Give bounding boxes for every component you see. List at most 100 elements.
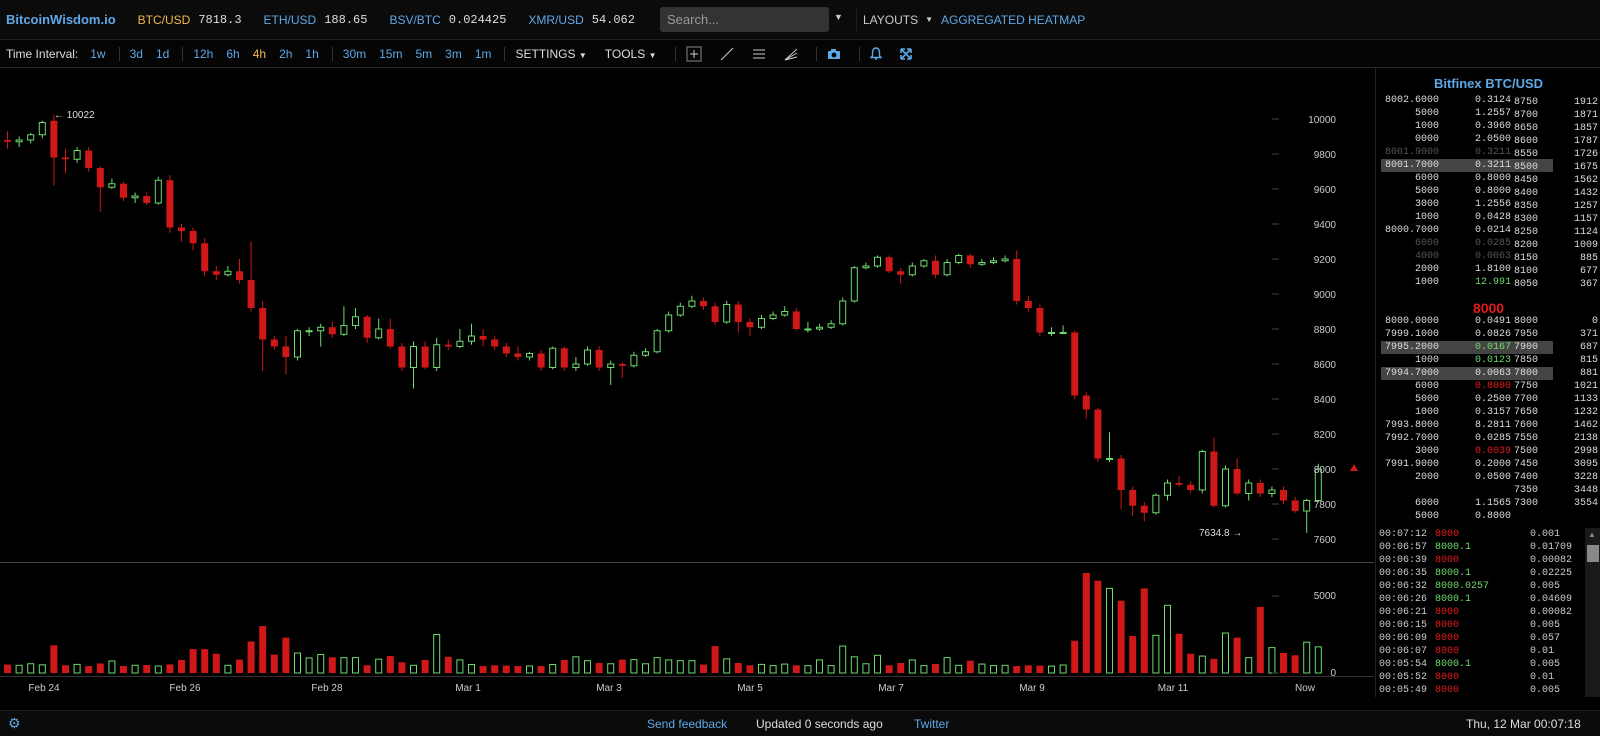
candle-body [1291,500,1299,511]
interval-12h[interactable]: 12h [193,47,213,61]
trend-line-icon[interactable] [720,47,734,61]
depth-level-row: 8000 0 [1514,315,1598,328]
order-price: 2000 [1414,472,1439,483]
interval-1w[interactable]: 1w [90,47,105,61]
bell-icon[interactable] [869,47,882,60]
x-tick-label: Mar 9 [1019,683,1045,694]
interval-5m[interactable]: 5m [415,47,432,61]
chevron-down-icon: ▼ [648,50,657,60]
camera-icon[interactable] [827,48,841,60]
depth-level-row: 7300 3554 [1514,497,1598,510]
order-amount: 0.3211 [1474,160,1511,171]
aggregated-heatmap-link[interactable]: AGGREGATED HEATMAP [941,13,1085,27]
ticker-value: 0.024425 [448,12,507,27]
gear-icon[interactable]: ⚙ [8,715,21,732]
chevron-down-icon[interactable]: ▼ [834,12,843,22]
depth-volume: 367 [1579,279,1598,290]
trade-time: 00:07:12 [1379,529,1428,540]
price-alert-icon[interactable] [1350,464,1358,471]
interval-15m[interactable]: 15m [379,47,402,61]
interval-3m[interactable]: 3m [445,47,462,61]
volume-bar [700,664,707,673]
price-chart[interactable]: 10000 9800 9600 9400 9200 9000 8800 8600 8400 820… [0,68,1374,697]
settings-menu[interactable]: SETTINGS ▼ [515,47,586,61]
scroll-thumb[interactable] [1587,545,1599,562]
volume-bar [850,656,858,674]
twitter-link[interactable]: Twitter [914,717,949,731]
volume-bar [479,666,487,673]
volume-bar [294,652,301,674]
order-price: 8000.0000 [1384,316,1439,327]
trade-amount: 0.00082 [1530,555,1573,566]
volume-bar [758,663,765,674]
volume-bar [421,659,429,673]
ticker-bsv-btc[interactable]: BSV/BTC 0.024425 [389,13,506,27]
trade-row: 00:05:52 8000 0.01 [1379,671,1579,684]
volume-bar [212,653,220,673]
candle-body [549,347,557,368]
scroll-up-icon[interactable]: ▲ [1588,530,1596,539]
trades-scrollbar[interactable]: ▲ [1585,528,1600,697]
candlestick-chart[interactable]: 10000 9800 9600 9400 9200 9000 8800 8600 8400 820… [0,68,1374,697]
price-tick-label: 8000 [1314,465,1337,476]
depth-price: 7400 [1514,472,1539,483]
ticker-value: 54.062 [591,12,635,27]
trade-row: 00:06:39 8000 0.00082 [1379,554,1579,567]
crosshair-icon[interactable] [686,46,702,62]
order-amount: 2.0500 [1474,134,1511,145]
price-tick-label: 8400 [1314,395,1337,406]
trade-time: 00:06:07 [1379,646,1428,657]
order-amount: 0.0826 [1474,329,1511,340]
ticker-xmr-usd[interactable]: XMR/USD 54.062 [528,13,635,27]
site-logo[interactable]: BitcoinWisdom.io [6,12,116,27]
search-input[interactable] [667,12,817,27]
volume-bar [966,660,974,673]
candle-body [27,134,35,141]
x-tick-label: Mar 7 [878,683,904,694]
price-tick-label: 9400 [1314,220,1337,231]
volume-bar [1164,604,1171,674]
divider [858,46,860,61]
exchange-title[interactable]: Bitfinex BTC/USD [1376,76,1600,91]
depth-volume: 1257 [1573,201,1598,212]
interval-2h[interactable]: 2h [279,47,292,61]
ticker-eth-usd[interactable]: ETH/USD 188.65 [264,13,368,27]
order-price: 7992.7000 [1384,433,1439,444]
interval-3d[interactable]: 3d [130,47,143,61]
candle-body [932,260,939,275]
order-price: 8000.7000 [1384,225,1439,236]
depth-volume: 881 [1579,368,1598,379]
interval-6h[interactable]: 6h [226,47,239,61]
depth-volume: 1726 [1573,149,1598,160]
candle-body [874,256,881,267]
candle-body [247,280,255,308]
horizontal-lines-icon[interactable] [752,47,766,61]
interval-30m[interactable]: 30m [343,47,366,61]
trade-price: 8000 [1435,685,1460,696]
trade-price: 8000.1 [1435,568,1472,579]
depth-level-row: 7800 881 [1514,367,1598,380]
candle-body [955,255,963,263]
interval-1d[interactable]: 1d [156,47,169,61]
candle-body [502,346,510,354]
layouts-menu[interactable]: LAYOUTS ▼ [856,7,939,32]
tools-menu[interactable]: TOOLS ▼ [605,47,657,61]
volume-bar [943,657,951,674]
trade-row: 00:05:54 8000.1 0.005 [1379,658,1579,671]
order-price: 5000 [1414,511,1439,522]
fan-lines-icon[interactable] [784,47,798,61]
send-feedback-link[interactable]: Send feedback [647,717,727,731]
ticker-btc-usd[interactable]: BTC/USD 7818.3 [138,13,242,27]
fullscreen-icon[interactable] [899,47,912,60]
interval-1h[interactable]: 1h [305,47,318,61]
interval-1m[interactable]: 1m [475,47,492,61]
volume-bar [236,659,243,673]
trade-price: 8000 [1435,646,1460,657]
interval-4h[interactable]: 4h [253,47,266,61]
depth-level-row: 8100 677 [1514,265,1598,278]
depth-level-row: 8650 1857 [1514,122,1598,135]
depth-volume: 885 [1579,253,1598,264]
depth-price: 8700 [1514,110,1539,121]
order-price: 6000 [1414,173,1439,184]
candle-body [1233,469,1241,494]
